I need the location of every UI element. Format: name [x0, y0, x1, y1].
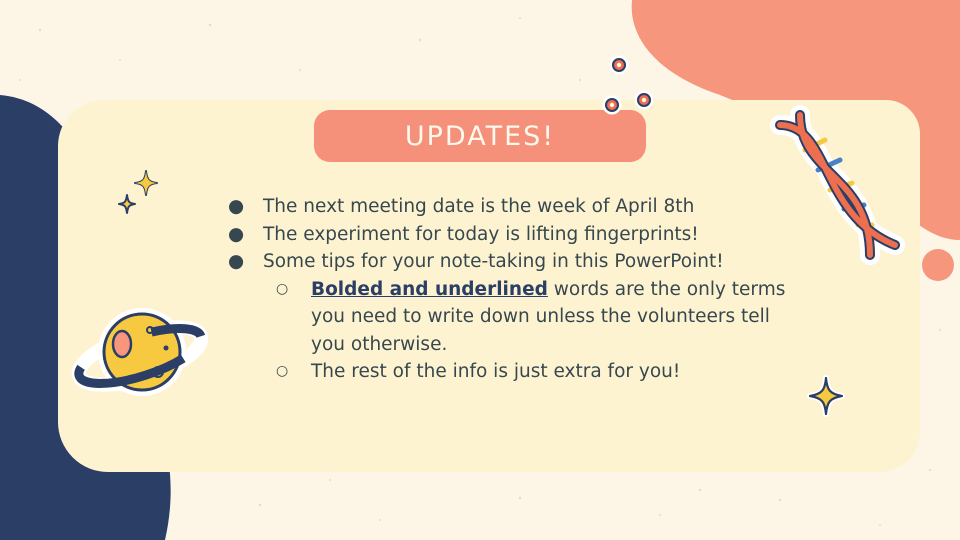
slide-title: UPDATES! [404, 120, 556, 152]
dna-icon [770, 105, 905, 265]
bullet-dot: ● [228, 251, 245, 272]
bullet-dot: ● [228, 223, 245, 245]
title-banner: UPDATES! [314, 110, 646, 162]
sub-bullet-item: ○ Bolded and underlined words are the on… [228, 276, 788, 359]
circles-icon [602, 55, 654, 115]
bullet-text: The next meeting date is the week of Apr… [263, 196, 695, 217]
bullet-list: ● The next meeting date is the week of A… [228, 193, 788, 386]
sub-bullet-item: ○ The rest of the info is just extra for… [228, 358, 788, 386]
emphasis-text: Bolded and underlined [311, 278, 548, 300]
bullet-text: Some tips for your note-taking in this P… [263, 251, 724, 272]
bullet-item: ● Some tips for your note-taking in this… [228, 248, 788, 276]
planet-icon [71, 308, 209, 396]
sparkle-icon [807, 375, 845, 417]
bullet-item: ● The next meeting date is the week of A… [228, 193, 788, 221]
sub-bullet-text: The rest of the info is just extra for y… [311, 361, 681, 382]
bullet-text: The experiment for today is lifting fing… [263, 223, 699, 245]
bullet-item: ● The experiment for today is lifting fi… [228, 221, 788, 249]
coral-dot [922, 249, 954, 281]
sparkle-icon [118, 170, 158, 214]
sub-bullet-circle: ○ [276, 280, 289, 297]
bullet-dot: ● [228, 196, 245, 217]
sub-bullet-circle: ○ [276, 363, 289, 379]
